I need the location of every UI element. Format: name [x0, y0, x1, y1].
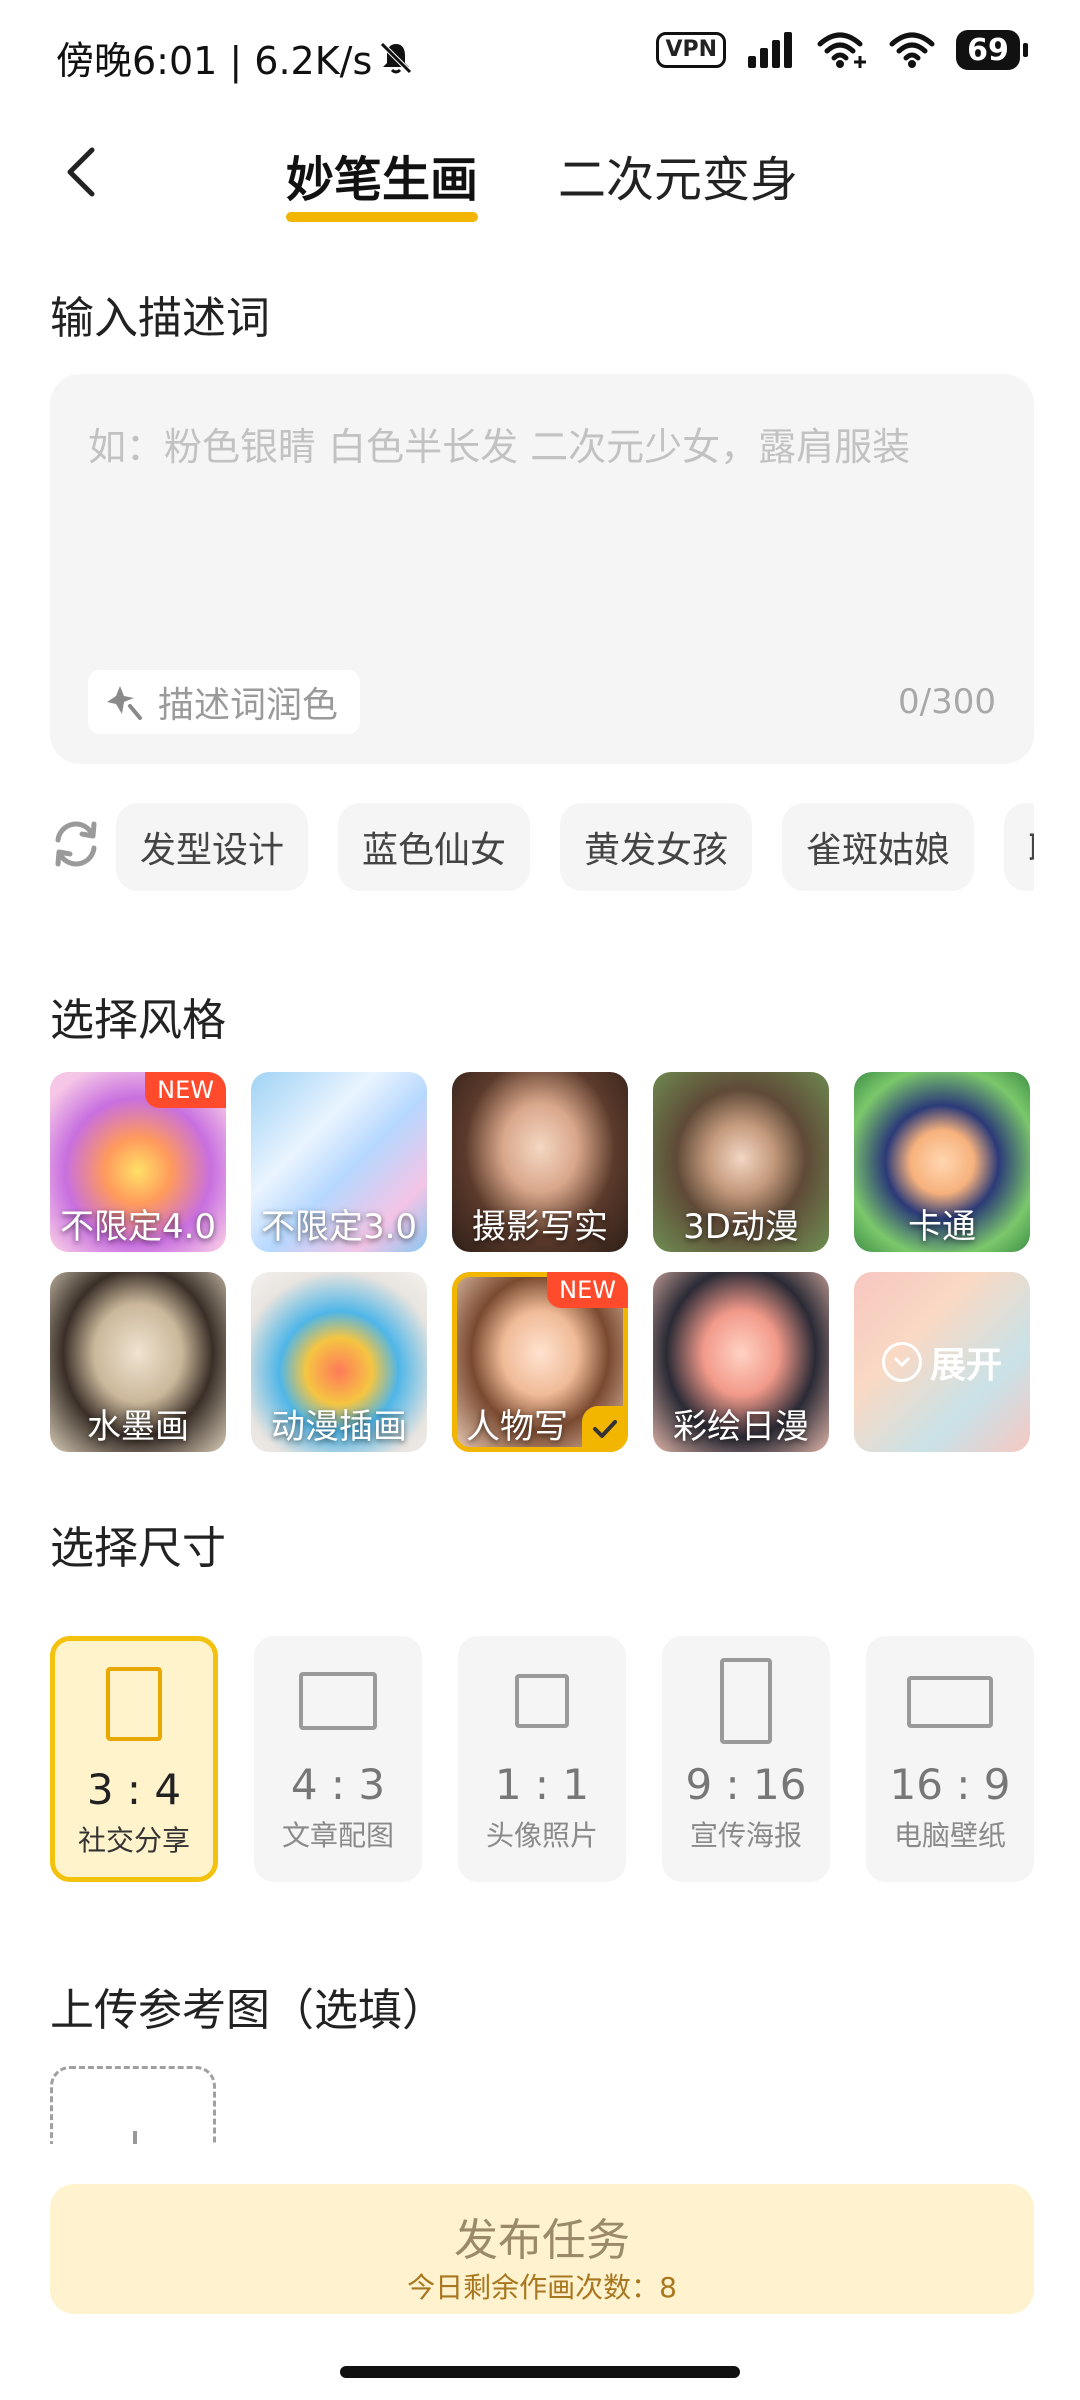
upload-dropzone[interactable] [50, 2066, 216, 2144]
new-badge: NEW [547, 1272, 628, 1308]
tab-miaobi-shenghua[interactable]: 妙笔生画 [286, 140, 479, 222]
size-desc: 社交分享 [77, 1824, 190, 1857]
vpn-badge: VPN [656, 32, 726, 68]
style-card[interactable]: 3D动漫 [653, 1072, 829, 1252]
status-bar: 傍晚6:01 | 6.2K/s VPN 69 [0, 0, 1080, 110]
refresh-icon [55, 821, 97, 867]
signal-icon [748, 32, 792, 68]
style-card[interactable]: 摄影写实 [452, 1072, 628, 1252]
prompt-placeholder: 如：粉色银睛 白色半长发 二次元少女，露肩服装 [88, 425, 911, 469]
back-button[interactable] [54, 142, 114, 202]
style-label: 摄影写实 [472, 1207, 608, 1247]
style-card[interactable]: NEW 不限定4.0 [50, 1072, 226, 1252]
style-label: 卡通 [908, 1207, 976, 1247]
polish-button[interactable]: 描述词润色 [88, 670, 361, 734]
expand-styles-button[interactable]: 展开 [854, 1272, 1030, 1452]
size-option-16-9[interactable]: 16 : 9 电脑壁纸 [866, 1636, 1034, 1882]
size-desc: 文章配图 [281, 1819, 394, 1852]
suggestion-chip[interactable]: 职 [1004, 803, 1034, 891]
suggestion-chip[interactable]: 黄发女孩 [560, 803, 753, 891]
size-section-title: 选择尺寸 [50, 1523, 226, 1574]
char-counter: 0/300 [898, 682, 996, 722]
prompt-section-title: 输入描述词 [50, 293, 270, 344]
remaining-count: 今日剩余作画次数：8 [407, 2271, 677, 2304]
portrait-shape-icon [106, 1667, 162, 1741]
size-desc: 宣传海报 [689, 1819, 802, 1852]
style-label: 不限定3.0 [260, 1207, 418, 1247]
suggestion-chips: 发型设计 蓝色仙女 黄发女孩 雀斑姑娘 职 [116, 803, 1034, 891]
style-card[interactable]: 卡通 [854, 1072, 1030, 1252]
style-label: 不限定4.0 [59, 1207, 217, 1247]
expand-label: 展开 [929, 1345, 1002, 1386]
check-icon [582, 1406, 628, 1452]
size-ratio: 4 : 3 [290, 1760, 386, 1809]
style-card[interactable]: 彩绘日漫 [653, 1272, 829, 1452]
chevron-left-icon [67, 147, 95, 197]
size-ratio: 1 : 1 [494, 1760, 590, 1809]
suggestion-chip[interactable]: 发型设计 [116, 803, 309, 891]
size-ratio: 9 : 16 [685, 1760, 807, 1809]
size-option-4-3[interactable]: 4 : 3 文章配图 [254, 1636, 422, 1882]
size-options: 3 : 4 社交分享 4 : 3 文章配图 1 : 1 头像照片 9 : 16 … [50, 1636, 1034, 1882]
landscape-shape-icon [299, 1672, 377, 1730]
tab-anime-transform[interactable]: 二次元变身 [558, 140, 798, 210]
tab-label: 妙笔生画 [286, 152, 479, 208]
suggestion-chip[interactable]: 雀斑姑娘 [782, 803, 975, 891]
home-indicator[interactable] [340, 2366, 740, 2378]
active-tab-indicator [286, 212, 479, 222]
upload-section-title: 上传参考图（选填） [50, 1985, 446, 2036]
wifi-icon [889, 32, 935, 68]
size-ratio: 16 : 9 [889, 1760, 1011, 1809]
plus-icon [133, 2131, 137, 2144]
suggestion-chip[interactable]: 蓝色仙女 [338, 803, 531, 891]
style-label: 水墨画 [87, 1407, 189, 1447]
polish-label: 描述词润色 [158, 685, 339, 726]
refresh-suggestions-button[interactable] [48, 816, 104, 872]
new-badge: NEW [145, 1072, 226, 1108]
battery-indicator: 69 [956, 30, 1028, 70]
size-ratio: 3 : 4 [86, 1765, 182, 1814]
size-option-3-4[interactable]: 3 : 4 社交分享 [50, 1636, 218, 1882]
style-card[interactable]: 不限定3.0 [251, 1072, 427, 1252]
status-right: VPN 69 [656, 30, 1028, 70]
status-left: 傍晚6:01 | 6.2K/s [56, 30, 416, 85]
tall-portrait-shape-icon [720, 1658, 772, 1744]
size-option-9-16[interactable]: 9 : 16 宣传海报 [662, 1636, 830, 1882]
wide-landscape-shape-icon [907, 1676, 993, 1728]
size-option-1-1[interactable]: 1 : 1 头像照片 [458, 1636, 626, 1882]
style-grid: NEW 不限定4.0 不限定3.0 摄影写实 3D动漫 卡通 水墨画 动漫插画 … [50, 1072, 1036, 1452]
style-label: 3D动漫 [683, 1207, 799, 1247]
style-section-title: 选择风格 [50, 995, 226, 1046]
prompt-input[interactable]: 如：粉色银睛 白色半长发 二次元少女，露肩服装 描述词润色 0/300 [50, 374, 1034, 764]
style-label: 彩绘日漫 [673, 1407, 809, 1447]
square-shape-icon [515, 1674, 569, 1728]
magic-star-icon [107, 686, 142, 720]
style-label: 动漫插画 [271, 1407, 407, 1447]
publish-label: 发布任务 [454, 2215, 630, 2266]
mute-bell-icon [380, 41, 413, 74]
style-card[interactable]: 动漫插画 [251, 1272, 427, 1452]
style-card[interactable]: 水墨画 [50, 1272, 226, 1452]
size-desc: 头像照片 [485, 1819, 598, 1852]
wifi-plus-icon [817, 32, 866, 68]
publish-button[interactable]: 发布任务 今日剩余作画次数：8 [50, 2184, 1034, 2314]
tab-label: 二次元变身 [558, 152, 799, 208]
battery-level: 69 [967, 32, 1009, 68]
status-text: 傍晚6:01 | 6.2K/s [56, 39, 373, 83]
chevron-down-icon [881, 1342, 922, 1382]
size-desc: 电脑壁纸 [893, 1819, 1006, 1852]
upload-area[interactable] [50, 2066, 220, 2144]
style-card-selected[interactable]: NEW 人物写 [452, 1272, 628, 1452]
